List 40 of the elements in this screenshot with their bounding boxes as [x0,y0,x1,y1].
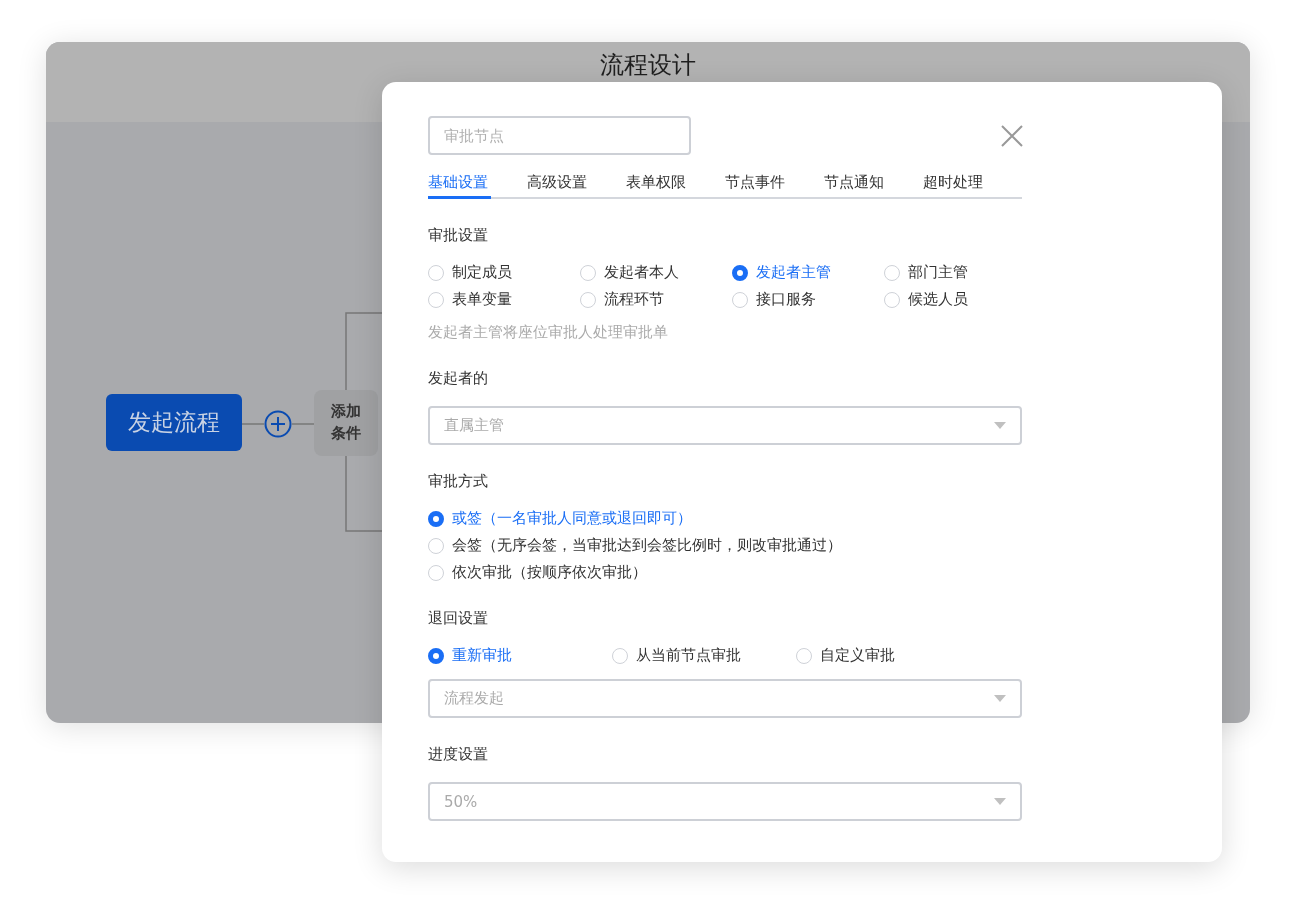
section-label: 发起者的 [428,369,489,388]
radio-option[interactable]: 表单变量 [428,290,580,309]
caret-icon [994,695,1006,702]
radio-option[interactable]: 从当前节点审批 [612,646,796,665]
radio-option[interactable]: 重新审批 [428,646,612,665]
connector-line [291,423,315,425]
radio-option[interactable]: 候选人员 [884,290,1036,309]
tab[interactable]: 超时处理 [923,173,986,199]
radio-option[interactable]: 流程环节 [580,290,732,309]
tab[interactable]: 基础设置 [428,173,491,199]
radio-option[interactable]: 或签（一名审批人同意或退回即可） [428,509,1022,528]
radio-option[interactable]: 会签（无序会签，当审批达到会签比例时，则改审批通过） [428,536,1022,555]
section-label: 退回设置 [428,609,489,628]
start-node[interactable]: 发起流程 [106,394,242,451]
radio-option[interactable]: 接口服务 [732,290,884,309]
tab[interactable]: 高级设置 [527,173,590,199]
radio-button[interactable] [428,647,444,664]
radio-option[interactable]: 制定成员 [428,263,580,282]
connector-line [241,423,265,425]
tab[interactable]: 节点通知 [824,173,887,199]
radio-button[interactable] [428,510,444,527]
window-title: 流程设计 [600,50,696,80]
radio-option[interactable]: 部门主管 [884,263,1036,282]
section-label: 审批方式 [428,472,489,491]
radio-option[interactable]: 自定义审批 [796,646,980,665]
add-icon[interactable] [264,410,292,438]
section-label: 进度设置 [428,745,489,764]
condition-node[interactable]: 添加条件 [314,390,378,456]
close-icon[interactable] [1001,124,1023,147]
node-name-field[interactable]: 审批节点 [428,116,691,155]
radio-option[interactable]: 发起者本人 [580,263,732,282]
hint-text: 发起者主管将座位审批人处理审批单 [428,323,669,342]
radio-button[interactable] [732,264,748,281]
radio-option[interactable]: 发起者主管 [732,263,884,282]
radio-option[interactable]: 依次审批（按顺序依次审批） [428,563,1022,582]
caret-icon [994,798,1006,805]
tab[interactable]: 节点事件 [725,173,788,199]
section-label: 审批设置 [428,226,489,245]
caret-icon [994,422,1006,429]
tab[interactable]: 表单权限 [626,173,689,199]
